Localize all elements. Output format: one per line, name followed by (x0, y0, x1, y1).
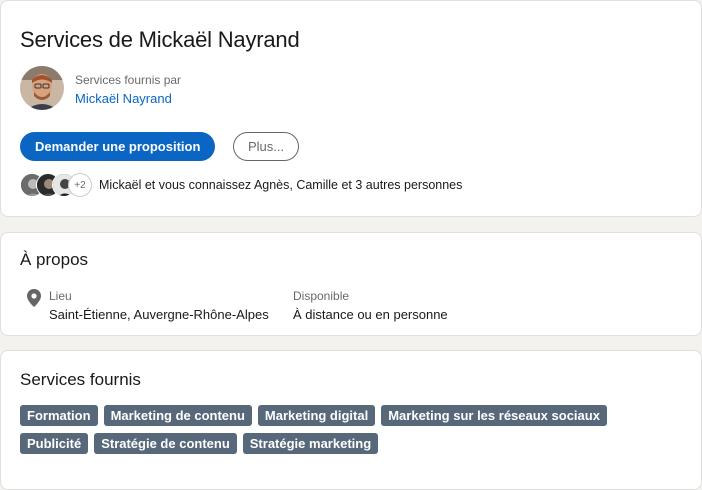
avatar[interactable] (20, 66, 64, 110)
service-tag[interactable]: Stratégie marketing (242, 433, 379, 454)
request-proposal-button[interactable]: Demander une proposition (20, 132, 216, 161)
services-title: Services fournis (20, 370, 141, 389)
service-tags: Formation Marketing de contenu Marketing… (20, 405, 680, 454)
service-tag[interactable]: Marketing digital (257, 405, 376, 426)
about-title: À propos (20, 250, 89, 269)
service-tag[interactable]: Marketing de contenu (103, 405, 252, 426)
provider-caption: Services fournis par (75, 73, 182, 87)
connections-text[interactable]: Mickaël et vous connaissez Agnès, Camill… (99, 178, 462, 192)
services-header-card: Services de Mickaël Nayrand Services fou… (0, 0, 702, 217)
location-pin-icon (27, 289, 41, 312)
about-card: À propos Lieu Saint-Étienne, Auvergne-Rh… (0, 232, 702, 336)
connections-count-badge: +2 (68, 173, 92, 197)
location-value: Saint-Étienne, Auvergne-Rhône-Alpes (49, 307, 269, 322)
location-label: Lieu (49, 289, 72, 303)
mutual-connections[interactable]: +2 Mickaël et vous connaissez Agnès, Cam… (20, 172, 462, 198)
availability-label: Disponible (293, 289, 350, 303)
provider-name-link[interactable]: Mickaël Nayrand (75, 91, 172, 106)
more-button[interactable]: Plus... (233, 132, 300, 161)
page-title: Services de Mickaël Nayrand (20, 27, 300, 52)
services-card: Services fournis Formation Marketing de … (0, 350, 702, 490)
availability-value: À distance ou en personne (293, 307, 448, 322)
service-tag[interactable]: Marketing sur les réseaux sociaux (381, 405, 607, 426)
service-tag[interactable]: Publicité (20, 433, 89, 454)
service-tag[interactable]: Stratégie de contenu (94, 433, 237, 454)
service-tag[interactable]: Formation (20, 405, 98, 426)
